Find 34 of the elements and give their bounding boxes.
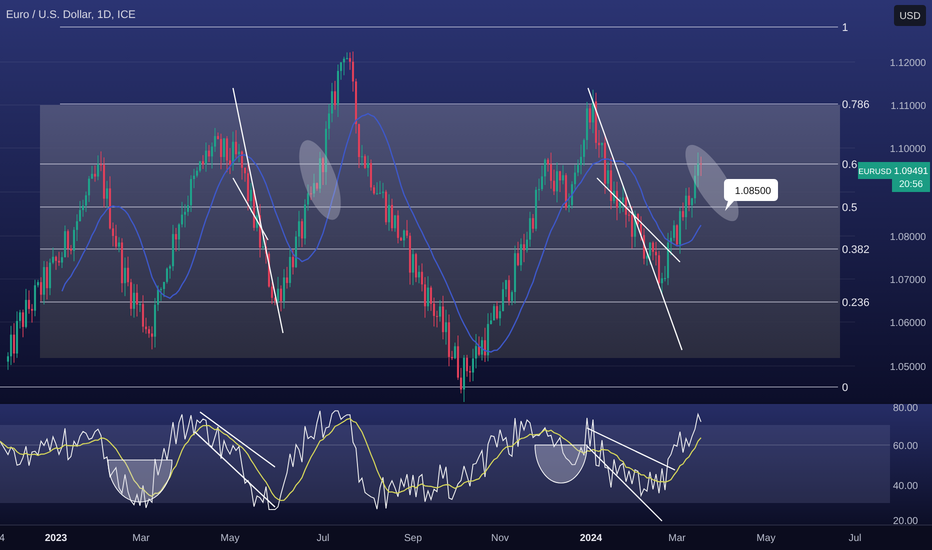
price-axis-label: 1.11000: [890, 101, 926, 112]
time-axis-label: Mar: [132, 533, 150, 544]
fib-level-label: 0.6: [842, 159, 858, 171]
price-axis-label: 1.07000: [890, 275, 926, 286]
time-axis-label: 2024: [580, 533, 602, 544]
time-axis-label: Nov: [491, 533, 509, 544]
price-axis-label: 1.06000: [890, 318, 926, 329]
fib-level-label: 0.236: [842, 297, 870, 309]
rsi-axis-label: 20.00: [892, 516, 918, 527]
price-axis-label: 1.10000: [890, 144, 926, 155]
price-axis-label: 1.08000: [890, 232, 926, 243]
fib-level-label: 0.382: [842, 244, 870, 256]
time-axis-label: 2023: [44, 533, 68, 544]
highlight-semicircle: [534, 444, 588, 484]
fib-level-label: 0.5: [842, 202, 858, 214]
fib-level-label: 0: [842, 382, 848, 394]
time-axis-label: Sep: [404, 533, 422, 544]
chart-title: Euro / U.S. Dollar, 1D, ICE: [6, 9, 136, 21]
price-axis-label: 1.05000: [890, 362, 926, 373]
fib-level-label: 1: [842, 22, 848, 34]
price-tag: 1.09491 20:56: [892, 162, 930, 192]
rsi-axis-label: 60.00: [892, 441, 918, 452]
rsi-axis-label: 40.00: [892, 481, 918, 492]
time-axis-label: Mar: [668, 533, 686, 544]
price-callout: 1.08500: [724, 179, 778, 211]
rsi-axis-label: 80.00: [892, 403, 918, 414]
fib-level-label: 0.786: [842, 99, 870, 111]
time-axis-label: May: [220, 533, 240, 544]
time-axis-label: Jul: [848, 533, 862, 544]
highlight-semicircle: [108, 460, 172, 502]
price-axis-label: 1.12000: [890, 58, 926, 69]
time-axis-label: Jul: [316, 533, 330, 544]
time-axis-label: May: [756, 533, 776, 544]
currency-button[interactable]: USD: [894, 5, 926, 26]
